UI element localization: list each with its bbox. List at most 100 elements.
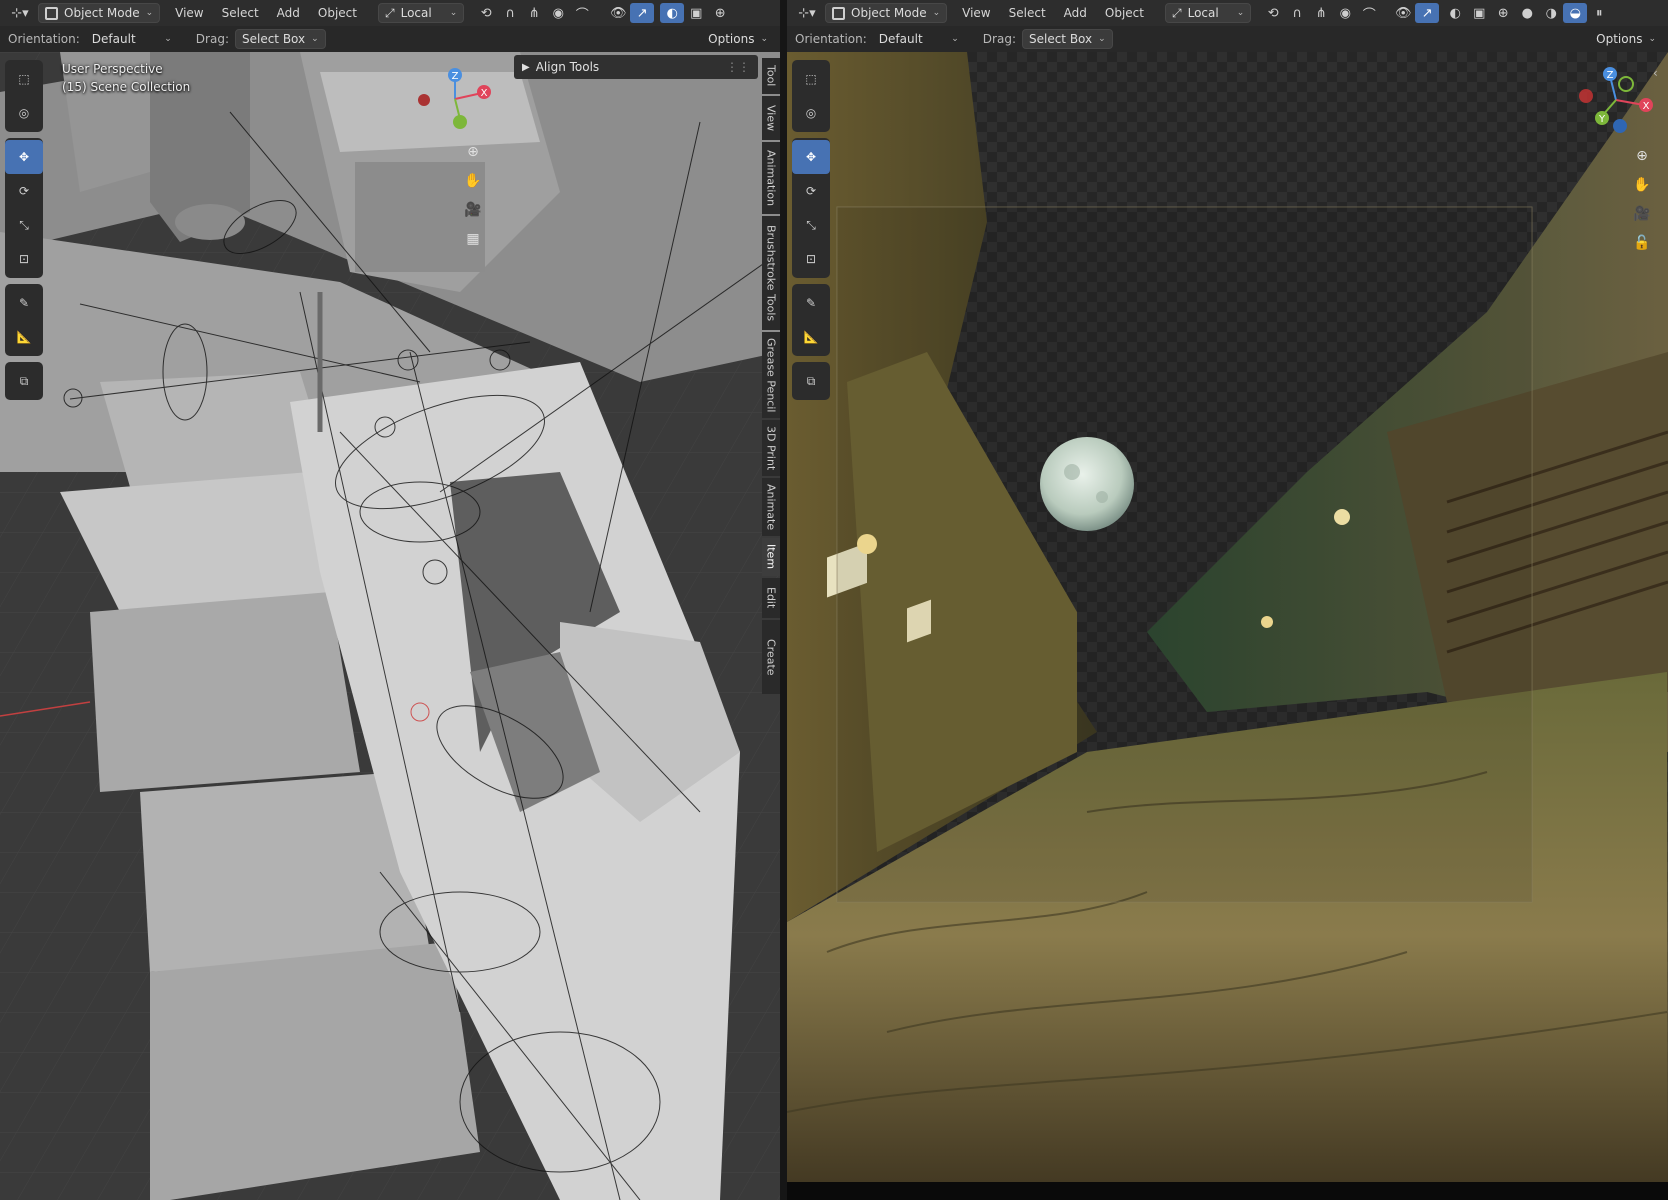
options-label: Options (708, 32, 755, 46)
rendered-shading-icon[interactable]: ◒ (1563, 3, 1588, 23)
add-cube-icon[interactable]: ⧉ (792, 364, 830, 398)
tab-brushstroke-tools[interactable]: Brushstroke Tools (762, 216, 780, 330)
tab-tool[interactable]: Tool (762, 58, 780, 94)
navigation-gizmo[interactable]: Z X (410, 64, 500, 134)
drag-handle-icon[interactable]: ⋮⋮ (726, 60, 750, 74)
orientation-dropdown[interactable]: Default ⌄ (86, 29, 178, 49)
snap-target-icon[interactable]: ⋔ (1309, 3, 1333, 23)
transform-orientation-label: Local (1187, 6, 1219, 20)
tool-group-add: ⧉ (5, 362, 43, 400)
move-icon[interactable]: ✥ (5, 140, 43, 174)
wireframe-shading-icon[interactable]: ⊕ (708, 3, 732, 23)
pause-icon[interactable]: ⏸ (1587, 3, 1611, 23)
transform-icon[interactable]: ⊡ (5, 242, 43, 276)
move-icon[interactable]: ✥ (792, 140, 830, 174)
measure-icon[interactable]: 📐 (792, 320, 830, 354)
tab-item[interactable]: Item (762, 538, 780, 576)
menu-add[interactable]: Add (268, 3, 309, 23)
orientation-dropdown[interactable]: Default ⌄ (873, 29, 965, 49)
tab-label: Brushstroke Tools (764, 224, 778, 322)
visibility-icon[interactable]: 👁 (606, 3, 630, 23)
hand-pan-icon[interactable]: ✋ (1629, 172, 1655, 198)
right-3d-viewport[interactable]: ⊹▾ Object Mode ⌄ View Select Add Object ⤢… (787, 0, 1668, 1200)
drag-dropdown[interactable]: Select Box ⌄ (234, 29, 326, 49)
proportional-edit-icon[interactable]: ◉ (1333, 3, 1357, 23)
menu-add[interactable]: Add (1055, 3, 1096, 23)
tab-grease-pencil[interactable]: Grease Pencil (762, 332, 780, 418)
wireframe-shading-icon[interactable]: ⊕ (1491, 3, 1515, 23)
view-name-text: User Perspective (62, 62, 163, 76)
rotate-icon[interactable]: ⟳ (792, 174, 830, 208)
tool-group-add: ⧉ (792, 362, 830, 400)
grid-icon[interactable]: ▦ (460, 226, 486, 252)
mode-dropdown[interactable]: Object Mode ⌄ (825, 3, 948, 23)
pivot-icon[interactable]: ⟲ (474, 3, 498, 23)
cursor-icon[interactable]: ◎ (5, 96, 43, 130)
tab-3d-print[interactable]: 3D Print (762, 420, 780, 476)
zoom-icon[interactable]: ⊕ (1629, 143, 1655, 169)
tab-animate[interactable]: Animate (762, 478, 780, 536)
camera-icon[interactable]: 🎥 (1629, 201, 1655, 227)
options-dropdown[interactable]: Options ⌄ (702, 29, 774, 49)
xray-icon[interactable]: ▣ (1467, 3, 1491, 23)
xray-icon[interactable]: ▣ (684, 3, 708, 23)
menu-object[interactable]: Object (309, 3, 366, 23)
viewport-header: ⊹▾ Object Mode ⌄ View Select Add Object ⤢… (787, 0, 1668, 26)
scale-icon[interactable]: ⤡ (5, 208, 43, 242)
select-box-icon[interactable]: ⬚ (792, 62, 830, 96)
annotate-icon[interactable]: ✎ (5, 286, 43, 320)
solid-shading-icon[interactable]: ● (1515, 3, 1539, 23)
menu-select[interactable]: Select (213, 3, 268, 23)
left-3d-viewport[interactable]: ⊹▾ Object Mode ⌄ View Select Add Object ⤢… (0, 0, 780, 1200)
collection-text: (15) Scene Collection (62, 80, 191, 94)
pivot-icon[interactable]: ⟲ (1261, 3, 1285, 23)
cursor-icon[interactable]: ◎ (792, 96, 830, 130)
material-shading-icon[interactable]: ◑ (1539, 3, 1563, 23)
menu-select[interactable]: Select (1000, 3, 1055, 23)
annotate-icon[interactable]: ✎ (792, 286, 830, 320)
add-cube-icon[interactable]: ⧉ (5, 364, 43, 398)
overlay-toggle-icon[interactable]: ◐ (660, 3, 685, 23)
tab-view[interactable]: View (762, 96, 780, 140)
gizmo-toggle-icon[interactable]: ↗ (630, 3, 655, 23)
transform-orientation-dropdown[interactable]: ⤢ Local ⌄ (1164, 3, 1252, 23)
tab-label: View (764, 104, 778, 132)
navigation-gizmo[interactable]: Z Y X (1572, 64, 1662, 140)
hand-pan-icon[interactable]: ✋ (460, 168, 486, 194)
snap-icon[interactable]: ∩ (1285, 3, 1309, 23)
mode-dropdown[interactable]: Object Mode ⌄ (38, 3, 161, 23)
lock-icon[interactable]: 🔓 (1629, 230, 1655, 256)
scale-icon[interactable]: ⤡ (792, 208, 830, 242)
falloff-icon[interactable]: ⌒ (570, 3, 594, 23)
editor-type-icon[interactable]: ⊹▾ (795, 3, 819, 23)
rotate-icon[interactable]: ⟳ (5, 174, 43, 208)
editor-type-icon[interactable]: ⊹▾ (8, 3, 32, 23)
visibility-icon[interactable]: 👁 (1391, 3, 1415, 23)
area-separator[interactable] (780, 0, 787, 1200)
left-viewport-canvas[interactable] (0, 52, 780, 1200)
tab-create[interactable]: Create (762, 620, 780, 694)
snap-icon[interactable]: ∩ (498, 3, 522, 23)
select-box-icon[interactable]: ⬚ (5, 62, 43, 96)
gizmo-toggle-icon[interactable]: ↗ (1415, 3, 1440, 23)
menu-view[interactable]: View (953, 3, 999, 23)
tab-edit[interactable]: Edit (762, 578, 780, 618)
camera-icon[interactable]: 🎥 (460, 197, 486, 223)
proportional-edit-icon[interactable]: ◉ (546, 3, 570, 23)
right-viewport-canvas[interactable] (787, 52, 1668, 1200)
falloff-icon[interactable]: ⌒ (1357, 3, 1381, 23)
measure-icon[interactable]: 📐 (5, 320, 43, 354)
options-dropdown[interactable]: Options ⌄ (1590, 29, 1662, 49)
transform-orientation-dropdown[interactable]: ⤢ Local ⌄ (377, 3, 465, 23)
sidebar-toggle-icon[interactable]: ‹ (1653, 66, 1658, 80)
zoom-icon[interactable]: ⊕ (460, 139, 486, 165)
snap-target-icon[interactable]: ⋔ (522, 3, 546, 23)
transform-icon[interactable]: ⊡ (792, 242, 830, 276)
align-tools-panel[interactable]: ▶ Align Tools ⋮⋮ (514, 55, 758, 79)
drag-dropdown[interactable]: Select Box ⌄ (1021, 29, 1113, 49)
tab-label: Animate (764, 483, 778, 531)
menu-view[interactable]: View (166, 3, 212, 23)
tab-animation[interactable]: Animation (762, 142, 780, 214)
menu-object[interactable]: Object (1096, 3, 1153, 23)
overlay-toggle-icon[interactable]: ◐ (1443, 3, 1467, 23)
